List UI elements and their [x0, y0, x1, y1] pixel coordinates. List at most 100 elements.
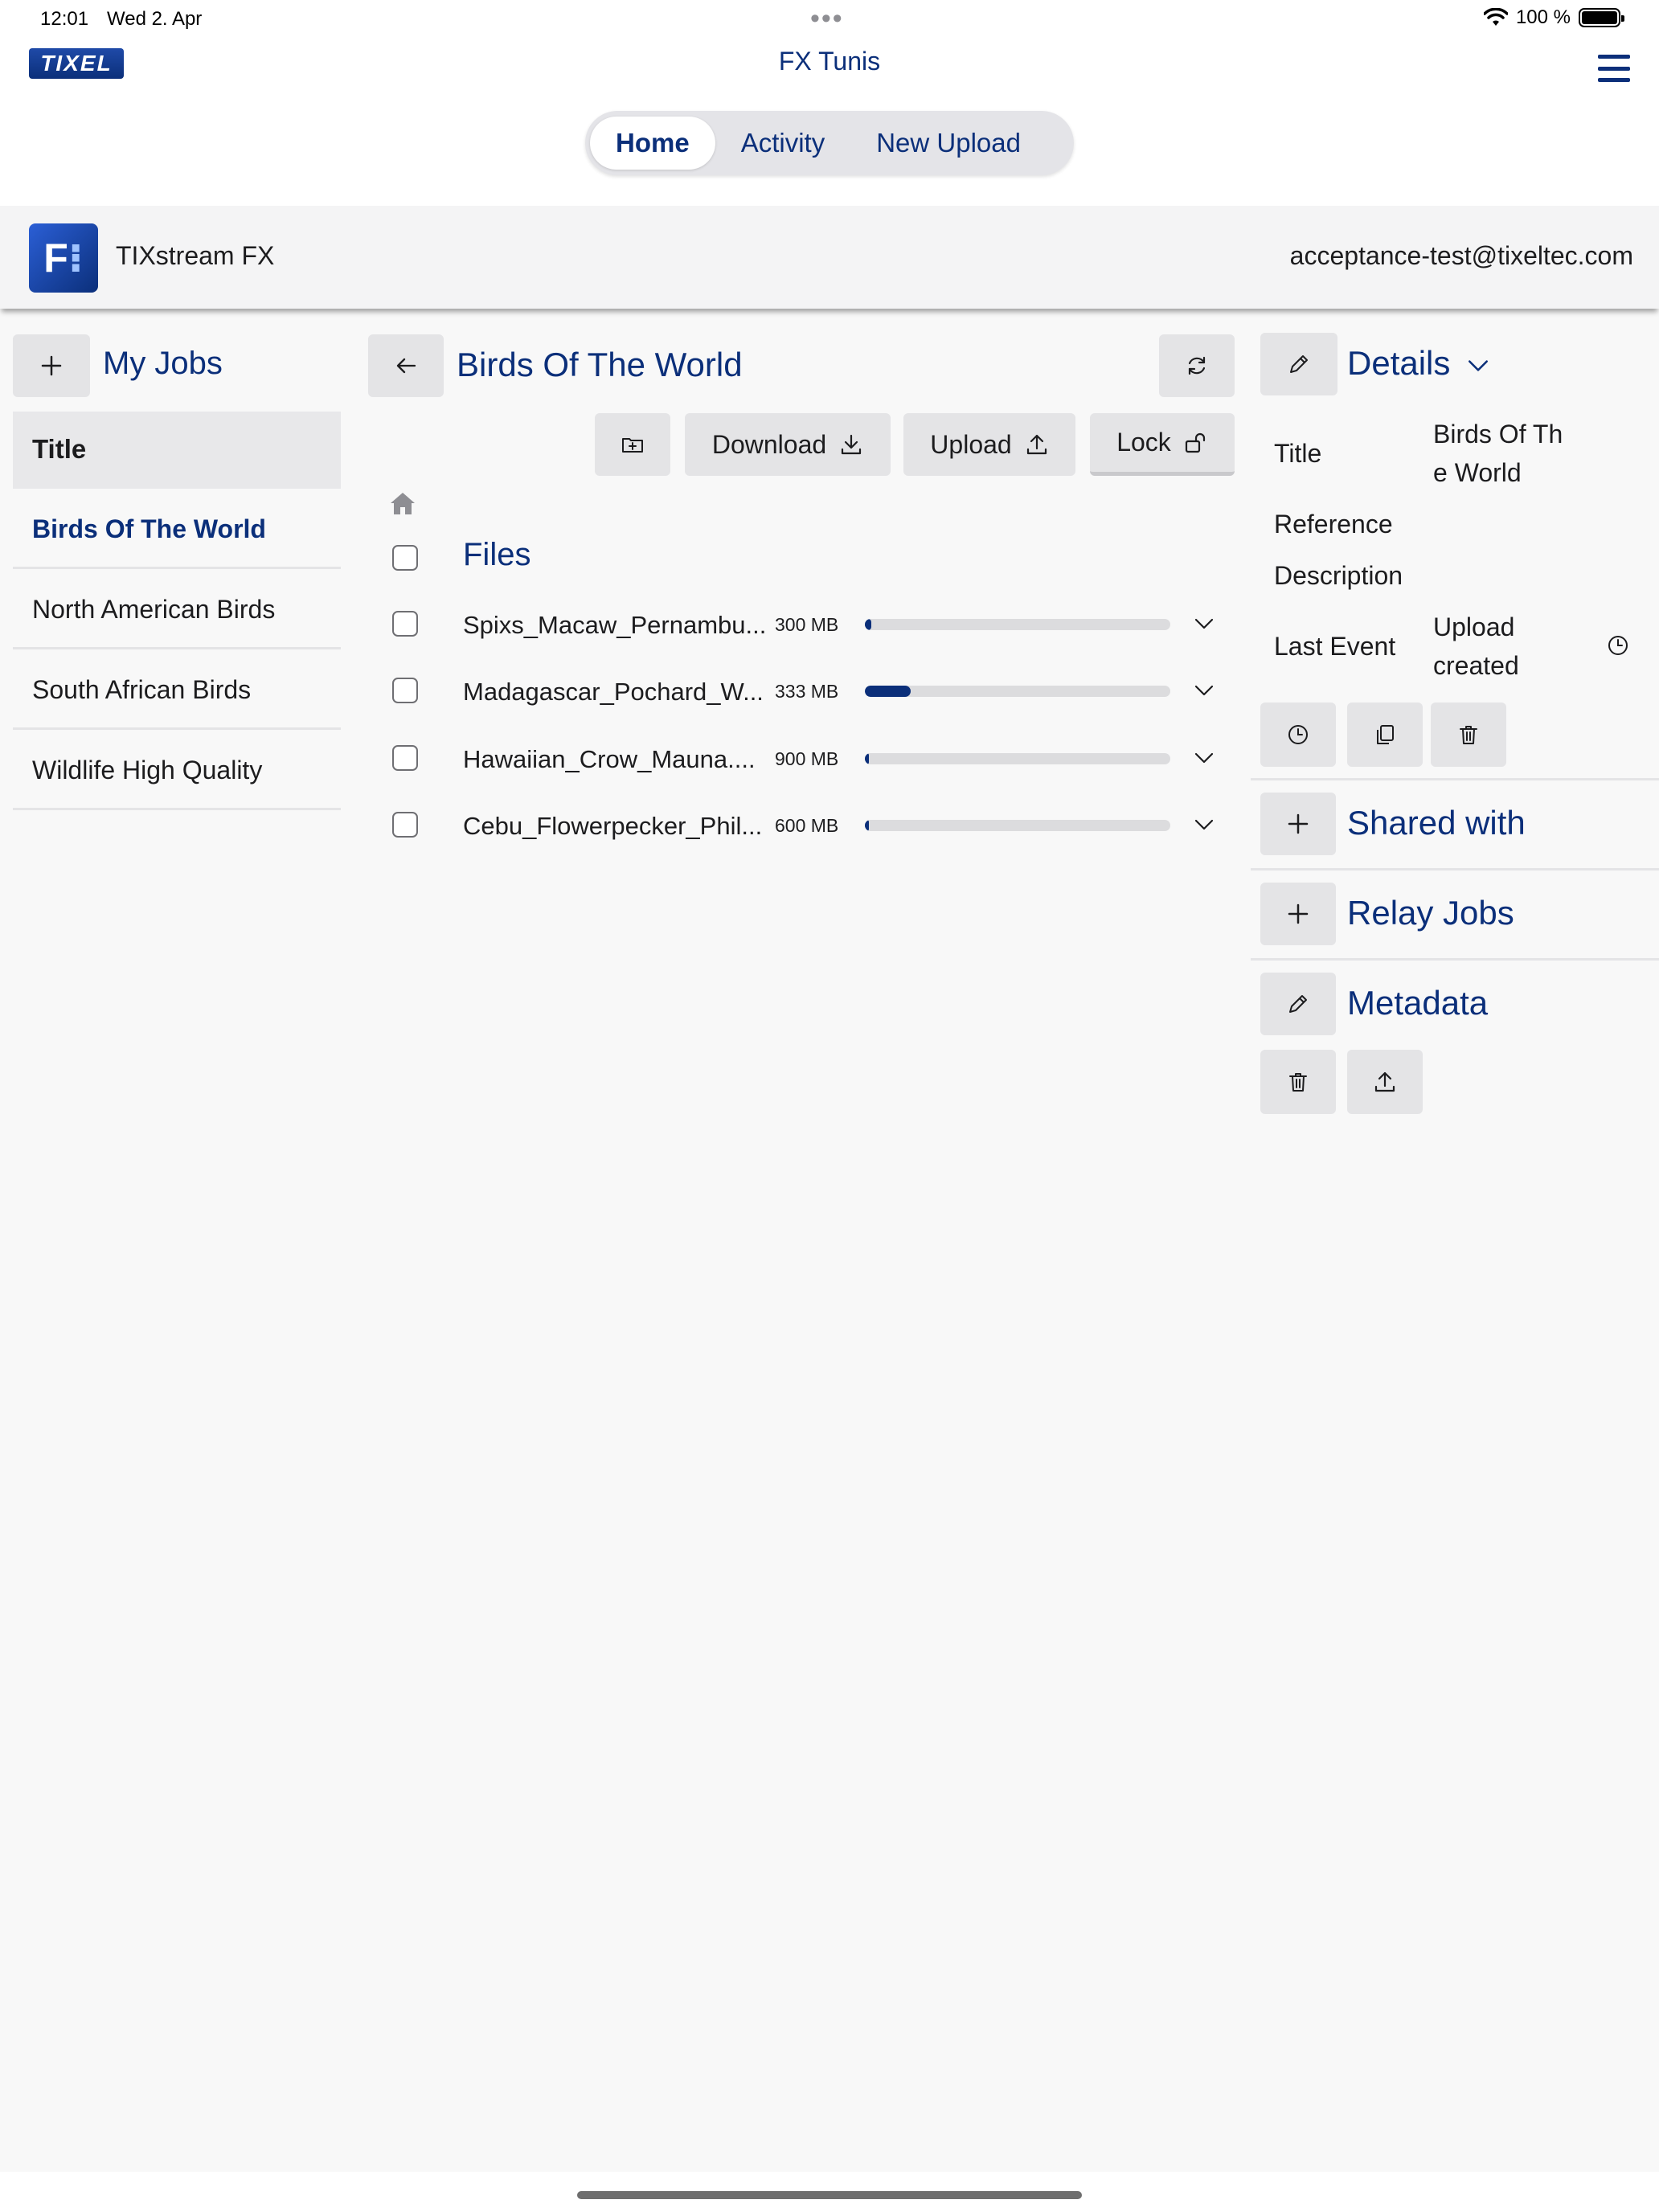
file-checkbox[interactable] — [392, 611, 418, 637]
plus-icon — [1288, 813, 1309, 834]
add-relay-job-button[interactable] — [1260, 883, 1336, 945]
fx-logo: F⁝ — [29, 223, 98, 293]
chevron-down-icon[interactable] — [1193, 679, 1215, 702]
lock-label: Lock — [1116, 428, 1171, 457]
detail-value-title: Birds Of Th e World — [1433, 420, 1563, 487]
arrow-left-icon — [396, 358, 416, 374]
details-toggle[interactable]: Details — [1347, 344, 1490, 383]
upload-metadata-button[interactable] — [1347, 1050, 1423, 1114]
wifi-icon — [1483, 8, 1508, 26]
detail-label-description: Description — [1274, 561, 1403, 590]
upload-label: Upload — [930, 429, 1012, 459]
file-row: Cebu_Flowerpecker_Phil... 600 MB — [0, 801, 1238, 849]
file-progress-bar — [865, 753, 1170, 764]
clock-icon — [1288, 725, 1308, 744]
hamburger-menu-icon[interactable] — [1598, 55, 1630, 82]
trash-icon — [1460, 726, 1477, 744]
section-divider — [1251, 958, 1659, 961]
file-name[interactable]: Spixs_Macaw_Pernambu... — [463, 611, 766, 640]
download-button[interactable]: Download — [685, 413, 891, 476]
refresh-button[interactable] — [1159, 334, 1235, 397]
multitasking-dots-icon[interactable]: ••• — [810, 3, 844, 35]
tab-home[interactable]: Home — [590, 117, 715, 170]
home-icon[interactable] — [389, 490, 416, 518]
user-email[interactable]: acceptance-test@tixeltec.com — [1290, 241, 1633, 271]
file-row: Spixs_Macaw_Pernambu... 300 MB — [0, 600, 1238, 648]
job-item-birds-of-the-world[interactable]: Birds Of The World — [13, 489, 341, 569]
section-divider — [1251, 778, 1659, 780]
chevron-down-icon[interactable] — [1193, 813, 1215, 836]
delete-job-button[interactable] — [1431, 703, 1506, 767]
upload-icon — [1026, 434, 1047, 455]
delete-metadata-button[interactable] — [1260, 1050, 1336, 1114]
back-button[interactable] — [368, 334, 444, 397]
copy-icon — [1377, 725, 1394, 744]
file-progress-bar — [865, 820, 1170, 831]
files-header: Files — [463, 537, 531, 572]
file-size: 600 MB — [775, 815, 839, 836]
lock-button[interactable]: Lock — [1090, 413, 1235, 476]
clock-icon[interactable] — [1606, 633, 1630, 657]
trash-icon — [1289, 1073, 1307, 1092]
detail-label-last-event: Last Event — [1274, 632, 1396, 661]
status-bar: 12:01 Wed 2. Apr ••• 100 % — [0, 0, 1659, 39]
metadata-title: Metadata — [1347, 984, 1489, 1022]
history-button[interactable] — [1260, 703, 1336, 767]
pencil-icon — [1290, 355, 1308, 373]
status-right: 100 % — [1483, 6, 1624, 29]
plus-icon — [41, 355, 62, 376]
edit-metadata-button[interactable] — [1260, 973, 1336, 1035]
product-name: TIXstream FX — [116, 241, 275, 270]
shared-with-title: Shared with — [1347, 804, 1526, 842]
file-size: 900 MB — [775, 748, 839, 769]
tab-activity[interactable]: Activity — [715, 117, 851, 170]
details-title: Details — [1347, 344, 1451, 382]
file-progress-bar — [865, 619, 1170, 630]
file-checkbox[interactable] — [392, 745, 418, 771]
jobs-column-header[interactable]: Title — [13, 412, 341, 489]
add-job-button[interactable] — [13, 334, 90, 397]
file-size: 333 MB — [775, 681, 839, 702]
plus-icon — [1288, 903, 1309, 924]
download-label: Download — [711, 429, 827, 459]
section-divider — [1251, 868, 1659, 870]
file-name[interactable]: Madagascar_Pochard_W... — [463, 678, 764, 707]
upload-button[interactable]: Upload — [903, 413, 1075, 476]
home-indicator[interactable] — [577, 2191, 1082, 2199]
status-time: 12:01 — [40, 8, 89, 30]
status-date: Wed 2. Apr — [107, 8, 203, 30]
app-title: FX Tunis — [778, 47, 881, 76]
file-name[interactable]: Cebu_Flowerpecker_Phil... — [463, 812, 762, 841]
file-checkbox[interactable] — [392, 812, 418, 838]
upload-icon — [1374, 1071, 1395, 1092]
refresh-icon — [1188, 356, 1206, 375]
sub-header: F⁝ TIXstream FX acceptance-test@tixeltec… — [0, 206, 1659, 309]
battery-percent: 100 % — [1515, 6, 1571, 28]
chevron-down-icon — [1469, 360, 1489, 371]
job-title: Birds Of The World — [457, 346, 743, 383]
edit-details-button[interactable] — [1260, 333, 1337, 395]
file-checkbox[interactable] — [392, 678, 418, 703]
relay-jobs-title: Relay Jobs — [1347, 894, 1514, 932]
file-size: 300 MB — [775, 614, 839, 635]
detail-label-title: Title — [1274, 439, 1322, 468]
file-name[interactable]: Hawaiian_Crow_Mauna.... — [463, 745, 756, 774]
new-folder-button[interactable] — [595, 413, 670, 476]
app-header: TIXEL FX Tunis Home Activity New Upload — [0, 39, 1659, 206]
main-tabs: Home Activity New Upload — [585, 111, 1074, 175]
chevron-down-icon[interactable] — [1193, 747, 1215, 769]
my-jobs-title: My Jobs — [103, 346, 223, 381]
chevron-down-icon[interactable] — [1193, 612, 1215, 635]
battery-icon — [1579, 8, 1624, 27]
copy-button[interactable] — [1347, 703, 1423, 767]
file-progress-bar — [865, 686, 1170, 697]
unlock-icon — [1185, 432, 1205, 453]
file-row: Madagascar_Pochard_W... 333 MB — [0, 666, 1238, 715]
tab-new-upload[interactable]: New Upload — [850, 117, 1047, 170]
detail-label-reference: Reference — [1274, 510, 1393, 539]
select-all-checkbox[interactable] — [392, 545, 418, 571]
folder-plus-icon — [622, 438, 643, 453]
detail-value-last-event: Upload created — [1433, 612, 1519, 680]
add-share-button[interactable] — [1260, 793, 1336, 855]
download-icon — [842, 434, 862, 455]
